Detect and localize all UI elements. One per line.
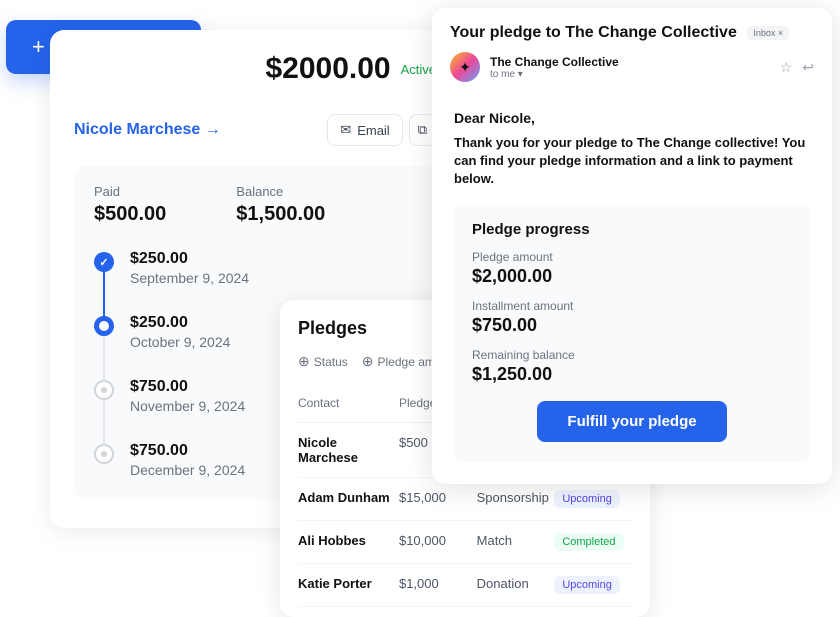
email-subject: Your pledge to The Change Collective xyxy=(450,24,737,41)
contact-link[interactable]: Nicole Marchese → xyxy=(74,121,221,139)
plus-icon: + xyxy=(32,34,45,60)
row-contact: Nicole Marchese xyxy=(298,435,399,465)
pledges-title: Pledges xyxy=(298,318,367,339)
email-body-text: Thank you for your pledge to The Change … xyxy=(454,134,810,189)
balance-label: Balance xyxy=(236,184,325,199)
email-recipient[interactable]: to me ▾ xyxy=(490,69,619,80)
plus-circle-icon: ⊕ xyxy=(298,353,310,370)
row-total: $10,000 xyxy=(399,533,477,551)
balance-value: $1,500.00 xyxy=(236,203,325,226)
row-contact: Adam Dunham xyxy=(298,490,399,508)
row-status: Upcoming xyxy=(554,490,632,508)
table-row[interactable]: Adam Dunham$15,000SponsorshipUpcoming xyxy=(298,478,632,521)
copy-icon: ⧉ xyxy=(418,122,427,138)
reply-icon[interactable]: ↩ xyxy=(802,59,814,76)
email-preview-card: Your pledge to The Change Collective Inb… xyxy=(432,8,832,484)
timeline-dot-future xyxy=(94,444,114,464)
row-contact: Ali Hobbes xyxy=(298,533,399,551)
paid-value: $500.00 xyxy=(94,203,166,226)
timeline-dot-current xyxy=(94,316,114,336)
timeline-item: $250.00 September 9, 2024 xyxy=(94,250,416,286)
email-greeting: Dear Nicole, xyxy=(454,110,810,126)
timeline-dot-done xyxy=(94,252,114,272)
progress-title: Pledge progress xyxy=(472,221,792,238)
row-total: $15,000 xyxy=(399,490,477,508)
row-contact: Katie Porter xyxy=(298,576,399,594)
plus-circle-icon: ⊕ xyxy=(362,353,374,370)
row-status: Upcoming xyxy=(554,576,632,594)
star-icon[interactable]: ☆ xyxy=(780,59,793,76)
table-row[interactable]: Ali Hobbes$10,000MatchCompleted xyxy=(298,521,632,564)
envelope-icon: ✉ xyxy=(340,122,351,138)
inbox-badge: Inbox × xyxy=(747,26,789,40)
pledge-total: $2000.00 xyxy=(265,52,390,86)
row-category: Donation xyxy=(477,576,555,594)
email-button[interactable]: ✉ Email xyxy=(327,114,402,146)
paid-label: Paid xyxy=(94,184,166,199)
filter-status[interactable]: ⊕Status xyxy=(298,353,348,370)
sender-name: The Change Collective xyxy=(490,55,619,69)
sender-avatar: ✦ xyxy=(450,52,480,82)
row-total: $1,000 xyxy=(399,576,477,594)
row-category: Match xyxy=(477,533,555,551)
table-row[interactable]: Katie Porter$1,000DonationUpcoming xyxy=(298,564,632,607)
pledge-status-pill: Active xyxy=(401,62,436,77)
fulfill-pledge-button[interactable]: Fulfill your pledge xyxy=(537,401,726,442)
row-status: Completed xyxy=(554,533,632,551)
email-button-label: Email xyxy=(357,123,390,138)
timeline-dot-future xyxy=(94,380,114,400)
row-category: Sponsorship xyxy=(477,490,555,508)
pledge-progress-box: Pledge progress Pledge amount$2,000.00 I… xyxy=(454,205,810,462)
